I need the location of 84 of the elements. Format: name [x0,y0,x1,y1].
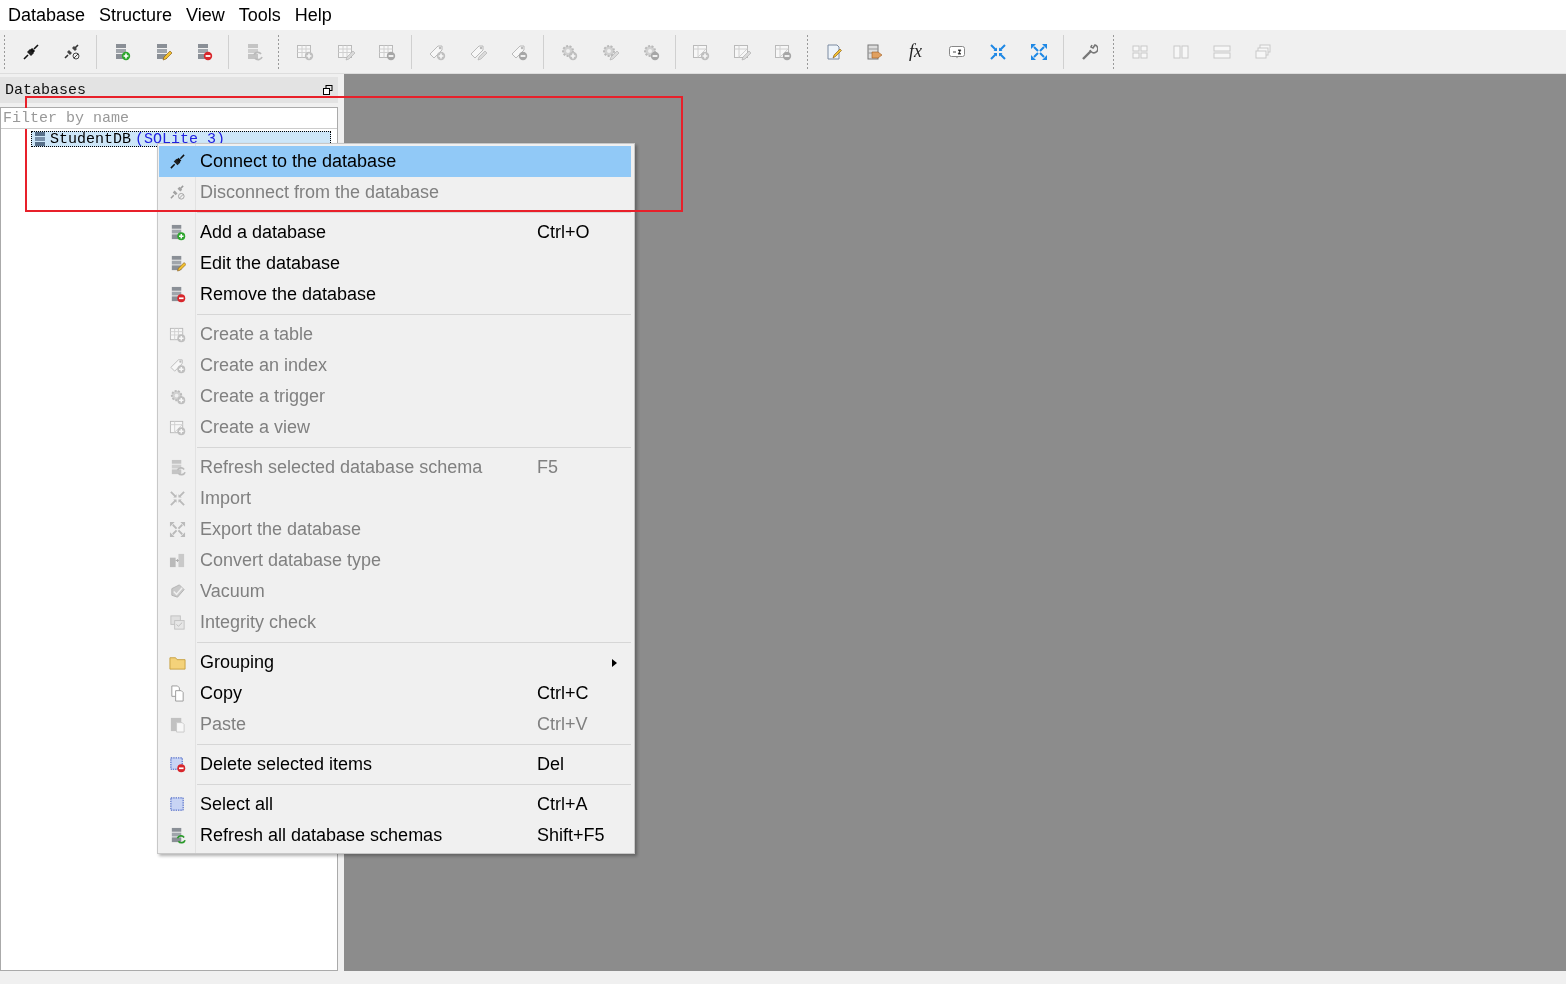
option-label: Export the database [199,519,363,540]
tag-add-icon [427,42,446,61]
menu-option[interactable]: Connect to the database [159,146,631,177]
selection-icon [168,796,186,813]
table-add-icon [295,42,314,61]
menu-option[interactable]: Add a database Ctrl+O [159,217,631,248]
function-button[interactable]: fx [895,33,936,70]
shortcut-label: F5 [537,457,559,478]
menu-option[interactable]: Delete selected items Del [159,749,631,780]
columns-icon [1171,42,1190,61]
menu-option[interactable]: Remove the database [159,279,631,310]
option-label: Select all [199,794,275,815]
shortcut-label: Ctrl+A [537,794,589,815]
selection-delete-icon [168,756,186,773]
page-pencil-icon [824,42,843,61]
panel-title: Databases [5,81,86,99]
copy-icon [168,685,186,702]
option-label: Refresh selected database schema [199,457,484,478]
plug-icon [168,153,186,170]
database-icon [34,132,46,146]
filter-field[interactable]: Filter by name [1,108,337,129]
arrows-in-icon [168,490,186,507]
view-edit-icon [732,42,751,61]
menu-item[interactable]: Structure [93,0,181,30]
shortcut-label: Del [537,754,565,775]
option-label: Create an index [199,355,329,376]
menu-option[interactable]: Refresh all database schemas Shift+F5 [159,820,631,851]
menu-item[interactable]: Help [288,0,340,30]
arrows-out-icon [168,521,186,538]
paste-icon [168,716,186,733]
option-label: Copy [199,683,244,704]
float-icon[interactable] [323,85,333,95]
view-add-icon [168,419,186,436]
shortcut-label: Ctrl+V [537,714,589,735]
view-add-icon [691,42,710,61]
option-label: Grouping [199,652,276,673]
arrows-out-icon [1029,42,1048,61]
unplug-icon [168,184,186,201]
menu-item[interactable]: View [180,0,233,30]
table-add-icon [168,326,186,343]
table-remove-icon [377,42,396,61]
option-label: Paste [199,714,248,735]
cascade-windows-icon [1253,42,1272,61]
view-remove-icon [773,42,792,61]
check-pages-icon [168,614,186,631]
gear-edit-icon [600,42,619,61]
tile-windows-icon [1130,42,1149,61]
shortcut-label: Ctrl+O [537,222,591,243]
option-label: Create a trigger [199,386,327,407]
gear-add-icon [559,42,578,61]
option-label: Create a table [199,324,315,345]
option-label: Delete selected items [199,754,374,775]
shortcut-label: Ctrl+C [537,683,590,704]
shortcut-label: Shift+F5 [537,825,606,846]
unplug-icon [62,42,81,61]
tag-remove-icon [509,42,528,61]
menu-option[interactable]: Select all Ctrl+A [159,789,631,820]
tag-edit-icon [468,42,487,61]
rows-icon [1212,42,1231,61]
folder-icon [168,654,186,671]
option-label: Edit the database [199,253,342,274]
gear-add-icon [168,388,186,405]
option-label: Refresh all database schemas [199,825,444,846]
arrows-in-icon [988,42,1007,61]
database-convert-icon [168,552,186,569]
option-label: Connect to the database [199,151,398,172]
option-label: Integrity check [199,612,318,633]
gear-remove-icon [641,42,660,61]
tag-add-icon [168,357,186,374]
option-label: Disconnect from the database [199,182,441,203]
option-label: Remove the database [199,284,378,305]
option-label: Vacuum [199,581,266,602]
table-edit-icon [336,42,355,61]
option-label: Create a view [199,417,312,438]
database-name: StudentDB [50,130,131,148]
menu-item[interactable]: Database [2,0,94,30]
option-label: Add a database [199,222,328,243]
option-label: Import [199,488,252,509]
menu-option[interactable]: Grouping [159,647,631,678]
option-label: Convert database type [199,550,383,571]
menu-option[interactable]: Edit the database [159,248,631,279]
plug-icon [21,42,40,61]
menu-item[interactable]: Tools [232,0,289,30]
menu-option[interactable]: Copy Ctrl+C [159,678,631,709]
